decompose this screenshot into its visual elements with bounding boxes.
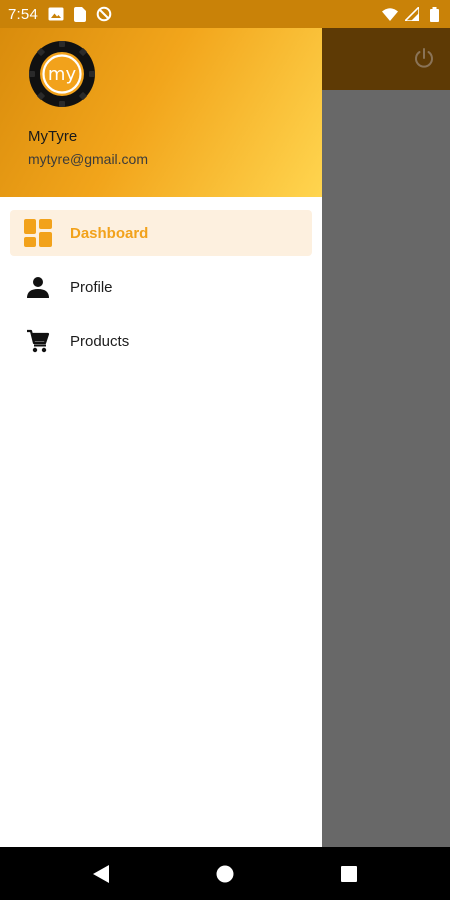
no-sync-icon (96, 6, 112, 22)
image-icon (48, 6, 64, 22)
back-icon (93, 864, 109, 883)
person-icon (24, 273, 52, 301)
user-email: mytyre@gmail.com (28, 151, 149, 167)
menu-item-dashboard[interactable]: Dashboard (10, 210, 312, 256)
status-left-icons (48, 6, 112, 22)
mytyre-logo: my (29, 41, 95, 107)
user-name: MyTyre (28, 128, 78, 145)
menu-label-dashboard: Dashboard (70, 224, 149, 242)
menu-item-profile[interactable]: Profile (10, 264, 312, 310)
wifi-icon (382, 6, 398, 22)
system-nav-bar (0, 847, 450, 900)
home-button[interactable] (213, 862, 237, 886)
power-icon (415, 48, 433, 68)
cart-icon (24, 327, 52, 355)
avatar: my (28, 40, 96, 108)
recents-icon (341, 865, 357, 882)
menu-label-products: Products (70, 332, 130, 350)
status-bar: 7:54 (0, 0, 450, 28)
dashboard-icon (24, 219, 52, 247)
sim-card-icon (72, 6, 88, 22)
power-button[interactable] (412, 46, 436, 70)
signal-icon (404, 6, 420, 22)
recents-button[interactable] (337, 862, 361, 886)
status-right-icons (382, 6, 442, 22)
battery-icon (426, 6, 442, 22)
drawer-menu: Dashboard Profile Products (0, 210, 322, 372)
menu-item-products[interactable]: Products (10, 318, 312, 364)
status-time: 7:54 (8, 5, 38, 23)
drawer-header: my MyTyre mytyre@gmail.com (0, 28, 322, 197)
back-button[interactable] (89, 862, 113, 886)
navigation-drawer: my MyTyre mytyre@gmail.com Dashboard Pro… (0, 28, 322, 847)
home-icon (216, 865, 234, 882)
svg-text:my: my (48, 64, 77, 85)
menu-label-profile: Profile (70, 278, 113, 296)
